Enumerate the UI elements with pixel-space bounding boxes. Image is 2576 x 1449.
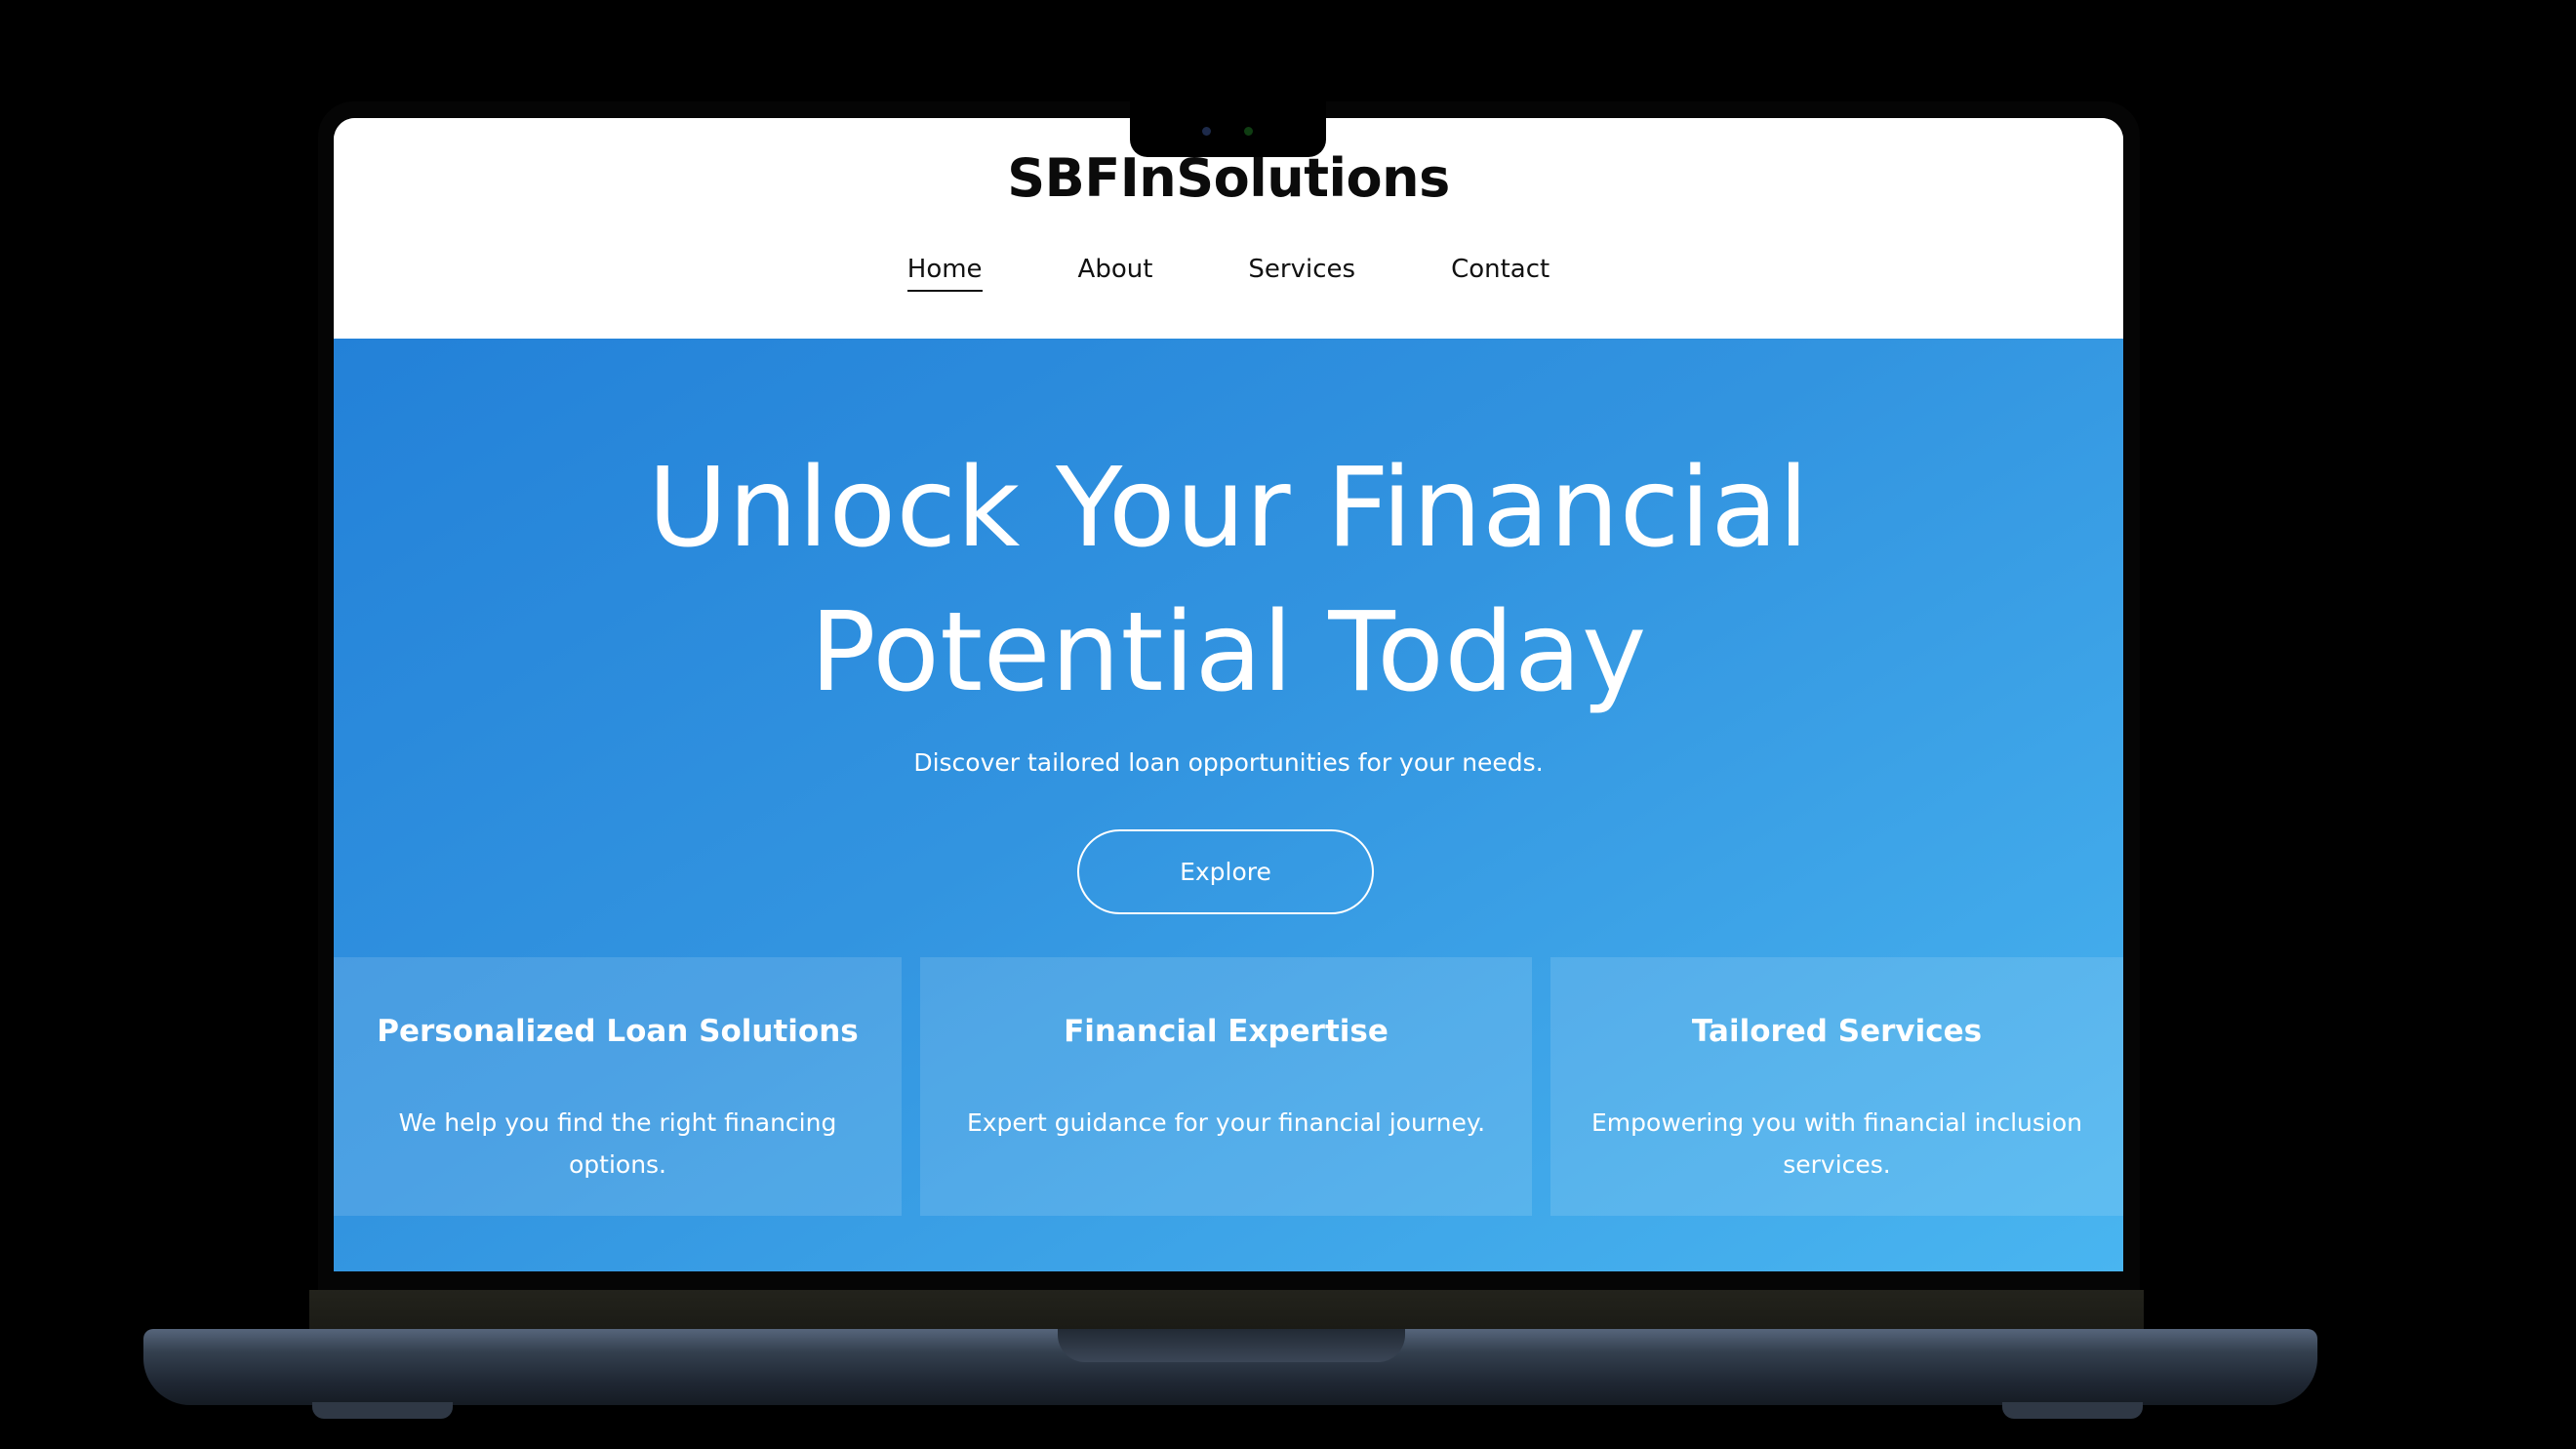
explore-button[interactable]: Explore xyxy=(1077,829,1374,914)
feature-description: We help you find the right financing opt… xyxy=(398,1108,837,1179)
trackpad-notch xyxy=(1058,1329,1405,1362)
feature-title: Tailored Services xyxy=(1691,1014,1983,1049)
camera-lens-icon xyxy=(1202,127,1211,136)
laptop-hinge xyxy=(309,1290,2144,1333)
hero-subtitle: Discover tailored loan opportunities for… xyxy=(913,748,1544,777)
feature-description: Empowering you with financial inclusion … xyxy=(1591,1108,2082,1179)
nav-home[interactable]: Home xyxy=(906,255,983,292)
camera-notch xyxy=(1130,101,1326,157)
laptop-screen: SBFInSolutions Home About Services Conta… xyxy=(334,118,2123,1271)
hero-title-line2: Potential Today xyxy=(810,589,1647,716)
laptop-foot-left xyxy=(312,1402,453,1419)
laptop-mockup: SBFInSolutions Home About Services Conta… xyxy=(0,0,2576,1449)
hero-title-line1: Unlock Your Financial xyxy=(647,445,1810,572)
feature-title: Personalized Loan Solutions xyxy=(377,1014,859,1049)
camera-indicator-icon xyxy=(1244,127,1253,136)
hero-title: Unlock Your Financial Potential Today xyxy=(334,436,2123,725)
feature-card-financial-expertise: Financial Expertise Expert guidance for … xyxy=(920,957,1532,1216)
feature-card-personalized-loans: Personalized Loan Solutions We help you … xyxy=(334,957,902,1216)
main-nav: Home About Services Contact xyxy=(334,255,2123,292)
hero-section: Unlock Your Financial Potential Today Di… xyxy=(334,339,2123,1271)
feature-title: Financial Expertise xyxy=(1064,1014,1389,1049)
nav-about[interactable]: About xyxy=(1078,255,1153,292)
nav-contact[interactable]: Contact xyxy=(1451,255,1550,292)
feature-card-tailored-services: Tailored Services Empowering you with fi… xyxy=(1550,957,2123,1216)
feature-description: Expert guidance for your financial journ… xyxy=(966,1108,1486,1137)
nav-services[interactable]: Services xyxy=(1248,255,1355,292)
laptop-foot-right xyxy=(2002,1402,2143,1419)
